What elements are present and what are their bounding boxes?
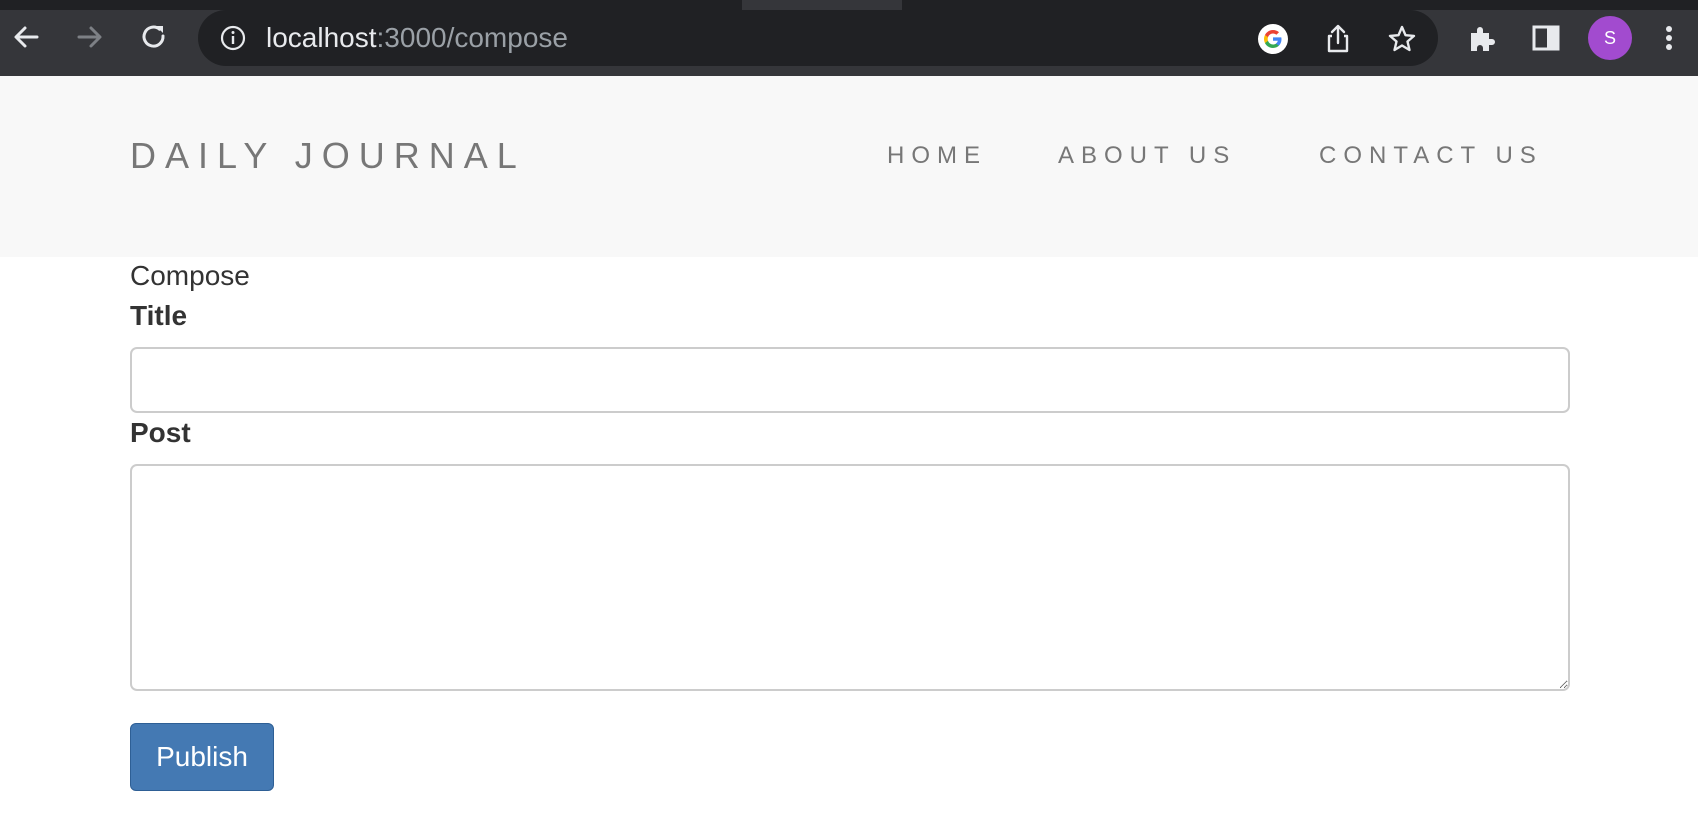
post-label: Post [130,417,191,448]
url-path: :3000/compose [376,22,568,53]
profile-avatar[interactable]: S [1588,16,1632,60]
forward-arrow-icon[interactable] [76,23,102,49]
active-tab-edge [742,0,902,10]
nav-link-home[interactable]: HOME [887,142,987,170]
reload-icon[interactable] [140,23,166,49]
back-arrow-icon[interactable] [12,23,39,49]
side-panel-icon[interactable] [1530,22,1562,54]
title-label: Title [130,300,188,331]
address-bar[interactable]: localhost:3000/compose [198,10,1438,66]
nav-link-contact[interactable]: CONTACT US [1319,142,1543,170]
browser-toolbar: localhost:3000/compose S [0,0,1698,76]
info-icon[interactable] [220,25,246,51]
site-brand[interactable]: DAILY JOURNAL [130,136,526,176]
publish-button[interactable]: Publish [130,723,274,791]
puzzle-icon[interactable] [1466,22,1498,54]
site-navbar: DAILY JOURNAL HOME ABOUT US CONTACT US [0,76,1698,257]
google-icon[interactable] [1257,23,1289,55]
url-text[interactable]: localhost:3000/compose [266,23,568,53]
page-title: Compose [130,260,250,291]
post-textarea[interactable] [130,464,1570,691]
title-input[interactable] [130,347,1570,413]
url-host: localhost [266,22,377,53]
nav-link-about[interactable]: ABOUT US [1058,142,1236,170]
star-icon[interactable] [1386,23,1418,55]
share-icon[interactable] [1322,23,1354,55]
kebab-menu-icon[interactable] [1659,22,1679,54]
